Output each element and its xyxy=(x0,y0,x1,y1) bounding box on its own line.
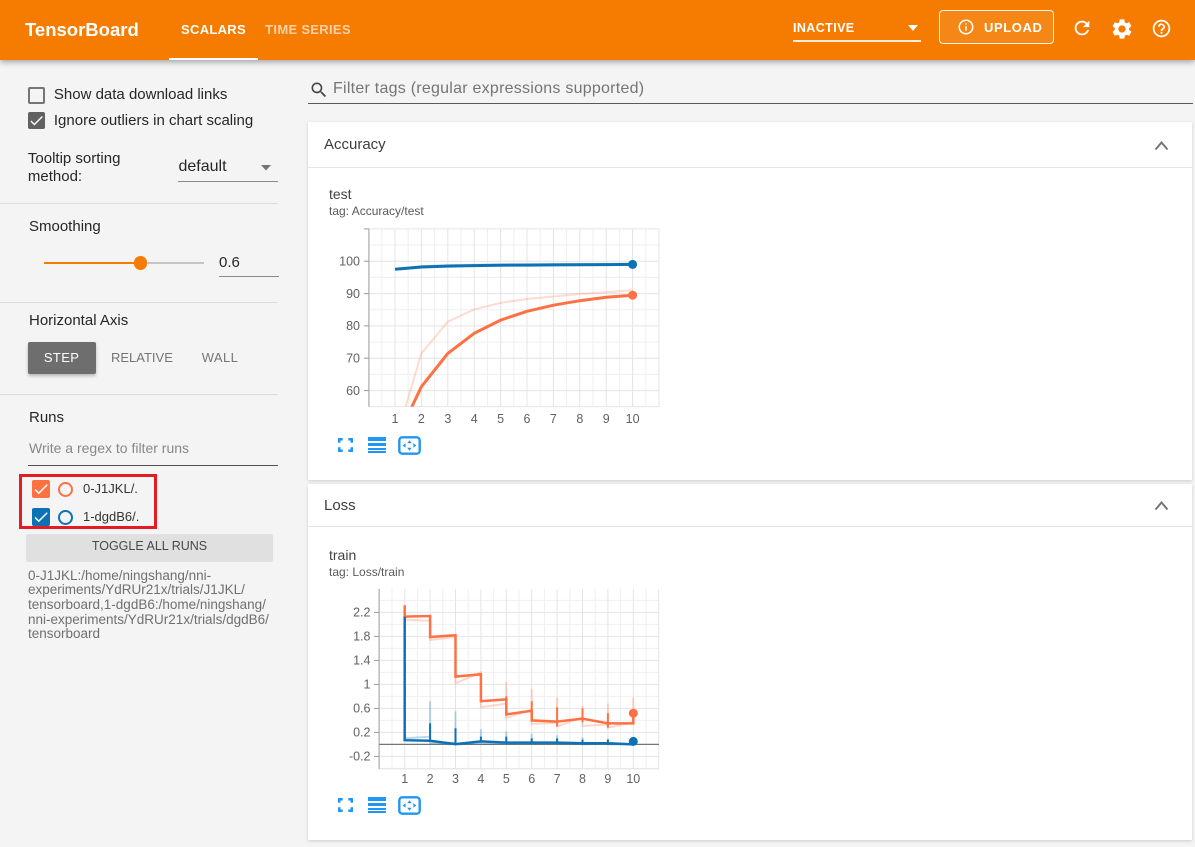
svg-text:9: 9 xyxy=(604,772,611,786)
svg-text:2: 2 xyxy=(427,772,434,786)
svg-text:2.2: 2.2 xyxy=(353,606,370,620)
svg-text:90: 90 xyxy=(346,287,360,301)
svg-text:80: 80 xyxy=(346,319,360,333)
svg-text:1: 1 xyxy=(364,678,371,692)
svg-text:6: 6 xyxy=(528,772,535,786)
svg-text:70: 70 xyxy=(346,351,360,365)
svg-text:5: 5 xyxy=(503,772,510,786)
svg-text:7: 7 xyxy=(550,412,557,426)
svg-text:3: 3 xyxy=(444,412,451,426)
svg-text:60: 60 xyxy=(346,384,360,398)
svg-text:1: 1 xyxy=(392,412,399,426)
svg-text:0.2: 0.2 xyxy=(353,726,370,740)
svg-text:3: 3 xyxy=(452,772,459,786)
svg-text:4: 4 xyxy=(471,412,478,426)
svg-text:1: 1 xyxy=(401,772,408,786)
svg-text:1.4: 1.4 xyxy=(353,654,370,668)
svg-text:9: 9 xyxy=(603,412,610,426)
svg-text:0.6: 0.6 xyxy=(353,702,370,716)
svg-text:1.8: 1.8 xyxy=(353,630,370,644)
svg-text:10: 10 xyxy=(626,412,640,426)
svg-text:7: 7 xyxy=(554,772,561,786)
svg-text:5: 5 xyxy=(497,412,504,426)
svg-text:2: 2 xyxy=(418,412,425,426)
svg-text:8: 8 xyxy=(579,772,586,786)
svg-text:100: 100 xyxy=(339,254,360,268)
svg-text:8: 8 xyxy=(576,412,583,426)
svg-text:6: 6 xyxy=(524,412,531,426)
svg-text:4: 4 xyxy=(477,772,484,786)
svg-text:-0.2: -0.2 xyxy=(349,750,371,764)
svg-text:10: 10 xyxy=(626,772,640,786)
